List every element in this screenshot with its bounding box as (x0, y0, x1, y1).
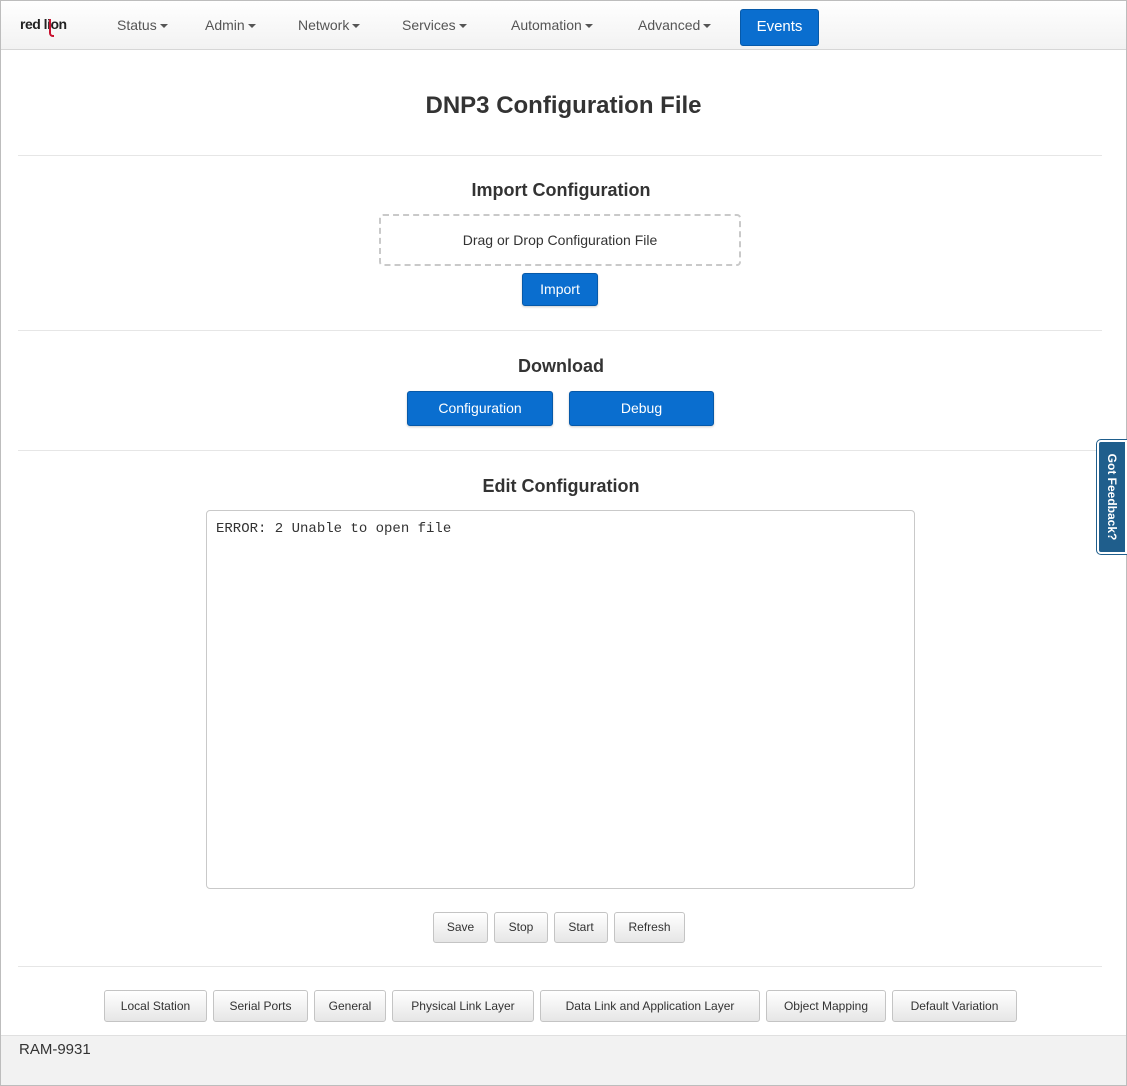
feedback-label: Got Feedback? (1105, 453, 1119, 541)
caret-down-icon (352, 24, 361, 29)
footer-bar: RAM-9931 (1, 1035, 1126, 1085)
caret-down-icon (247, 24, 256, 29)
device-name: RAM-9931 (19, 1041, 91, 1058)
tab-general[interactable]: General (314, 990, 386, 1022)
tab-serial-ports[interactable]: Serial Ports (213, 990, 308, 1022)
caret-down-icon (159, 24, 168, 29)
tab-object-mapping[interactable]: Object Mapping (766, 990, 886, 1022)
download-heading: Download (518, 356, 604, 376)
logo-mark-icon (49, 19, 54, 37)
feedback-tab[interactable]: Got Feedback? (1097, 440, 1127, 554)
download-configuration-button[interactable]: Configuration (407, 391, 553, 426)
logo-text: red lion (20, 16, 67, 32)
nav-status[interactable]: Status (117, 17, 168, 33)
divider (18, 450, 1102, 451)
nav-network[interactable]: Network (298, 17, 361, 33)
top-navbar: red lion Status Admin Network Services A… (1, 1, 1126, 50)
caret-down-icon (703, 24, 712, 29)
start-button[interactable]: Start (554, 912, 608, 943)
divider (18, 966, 1102, 967)
tab-default-variation[interactable]: Default Variation (892, 990, 1017, 1022)
nav-services-label: Services (402, 17, 456, 33)
import-heading: Import Configuration (471, 180, 651, 200)
nav-services[interactable]: Services (402, 17, 467, 33)
nav-advanced[interactable]: Advanced (638, 17, 712, 33)
tab-local-station[interactable]: Local Station (104, 990, 207, 1022)
nav-status-label: Status (117, 17, 157, 33)
config-editor-textarea[interactable]: ERROR: 2 Unable to open file (206, 510, 915, 889)
nav-automation-label: Automation (511, 17, 582, 33)
page-title: DNP3 Configuration File (425, 92, 702, 119)
save-button[interactable]: Save (433, 912, 488, 943)
tab-physical-link-layer[interactable]: Physical Link Layer (392, 990, 534, 1022)
caret-down-icon (584, 24, 593, 29)
nav-network-label: Network (298, 17, 350, 33)
stop-button[interactable]: Stop (494, 912, 548, 943)
caret-down-icon (458, 24, 467, 29)
divider (18, 155, 1102, 156)
nav-events-button[interactable]: Events (740, 9, 819, 46)
import-button[interactable]: Import (522, 273, 598, 306)
divider (18, 330, 1102, 331)
download-debug-button[interactable]: Debug (569, 391, 714, 426)
nav-admin[interactable]: Admin (205, 17, 256, 33)
file-dropzone[interactable]: Drag or Drop Configuration File (379, 214, 741, 266)
tab-data-link-application-layer[interactable]: Data Link and Application Layer (540, 990, 760, 1022)
edit-heading: Edit Configuration (482, 476, 640, 496)
nav-advanced-label: Advanced (638, 17, 701, 33)
refresh-button[interactable]: Refresh (614, 912, 685, 943)
nav-admin-label: Admin (205, 17, 245, 33)
red-lion-logo[interactable]: red lion (20, 16, 67, 37)
nav-automation[interactable]: Automation (511, 17, 593, 33)
